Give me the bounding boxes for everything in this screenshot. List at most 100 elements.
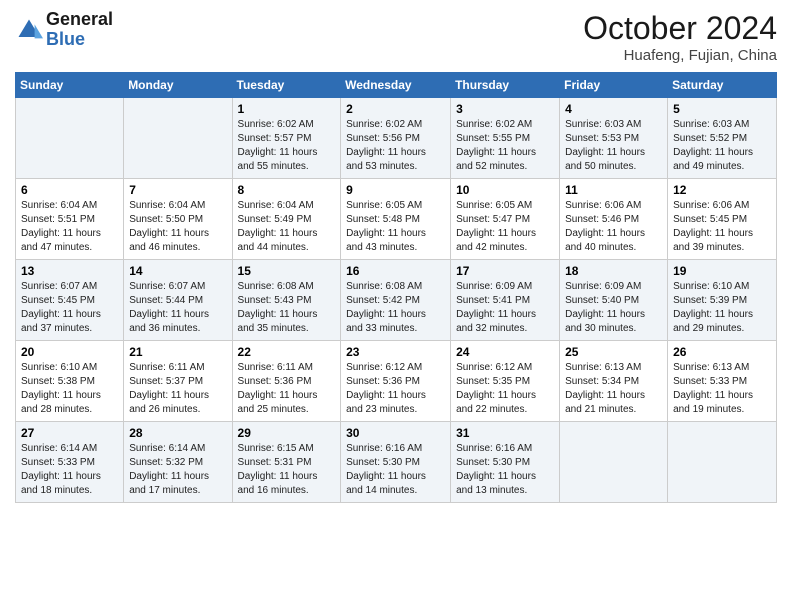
logo-blue: Blue	[46, 30, 113, 50]
calendar-day-cell: 8Sunrise: 6:04 AM Sunset: 5:49 PM Daylig…	[232, 179, 341, 260]
calendar-day-cell: 16 Sunrise: 6:08 AM Sunset: 5:42 PM Dayli…	[341, 260, 451, 341]
day-info: Sunrise: 6:14 AM Sunset: 5:32 PM Dayligh…	[129, 442, 226, 498]
day-number: 9	[346, 183, 445, 197]
calendar-day-cell: 29 Sunrise: 6:15 AM Sunset: 5:31 PM Dayli…	[232, 422, 341, 503]
calendar-day-cell	[124, 98, 232, 179]
day-info: Sunrise: 6:02 AM Sunset: 5:56 PM Dayligh…	[346, 118, 445, 174]
day-info: Sunrise: 6:10 AM Sunset: 5:39 PM Dayligh…	[673, 280, 771, 336]
day-info: Sunrise: 6:10 AM Sunset: 5:38 PM Dayligh…	[21, 361, 118, 417]
calendar-day-cell: 14Sunrise: 6:07 AM Sunset: 5:44 PM Dayli…	[124, 260, 232, 341]
day-info: Sunrise: 6:04 AM Sunset: 5:49 PM Dayligh…	[238, 199, 336, 255]
day-number: 21	[129, 345, 226, 359]
calendar-week-row: 6 Sunrise: 6:04 AM Sunset: 5:51 PM Daylig…	[16, 179, 777, 260]
day-of-week-header: Sunday	[16, 73, 124, 98]
page-container: General Blue October 2024 Huafeng, Fujia…	[0, 0, 792, 508]
calendar-day-cell: 26 Sunrise: 6:13 AM Sunset: 5:33 PM Dayli…	[668, 341, 777, 422]
day-info: Sunrise: 6:16 AM Sunset: 5:30 PM Dayligh…	[456, 442, 554, 498]
calendar-header-row: SundayMondayTuesdayWednesdayThursdayFrid…	[16, 73, 777, 98]
day-info: Sunrise: 6:02 AM Sunset: 5:57 PM Dayligh…	[238, 118, 336, 174]
day-info: Sunrise: 6:15 AM Sunset: 5:31 PM Dayligh…	[238, 442, 336, 498]
day-number: 22	[238, 345, 336, 359]
calendar-day-cell: 23Sunrise: 6:12 AM Sunset: 5:36 PM Dayli…	[341, 341, 451, 422]
calendar-day-cell	[560, 422, 668, 503]
calendar-day-cell: 20Sunrise: 6:10 AM Sunset: 5:38 PM Dayli…	[16, 341, 124, 422]
calendar-day-cell: 21Sunrise: 6:11 AM Sunset: 5:37 PM Dayli…	[124, 341, 232, 422]
day-number: 7	[129, 183, 226, 197]
calendar-table: SundayMondayTuesdayWednesdayThursdayFrid…	[15, 72, 777, 503]
day-number: 12	[673, 183, 771, 197]
calendar-week-row: 20Sunrise: 6:10 AM Sunset: 5:38 PM Dayli…	[16, 341, 777, 422]
day-number: 27	[21, 426, 118, 440]
calendar-day-cell: 12 Sunrise: 6:06 AM Sunset: 5:45 PM Dayli…	[668, 179, 777, 260]
logo: General Blue	[15, 10, 113, 50]
day-info: Sunrise: 6:08 AM Sunset: 5:43 PM Dayligh…	[238, 280, 336, 336]
day-of-week-header: Thursday	[451, 73, 560, 98]
calendar-week-row: 1 Sunrise: 6:02 AM Sunset: 5:57 PM Daylig…	[16, 98, 777, 179]
day-number: 30	[346, 426, 445, 440]
day-number: 16	[346, 264, 445, 278]
day-info: Sunrise: 6:13 AM Sunset: 5:34 PM Dayligh…	[565, 361, 662, 417]
page-header: General Blue October 2024 Huafeng, Fujia…	[15, 10, 777, 64]
day-info: Sunrise: 6:03 AM Sunset: 5:52 PM Dayligh…	[673, 118, 771, 174]
day-number: 29	[238, 426, 336, 440]
calendar-day-cell: 17 Sunrise: 6:09 AM Sunset: 5:41 PM Dayli…	[451, 260, 560, 341]
day-info: Sunrise: 6:11 AM Sunset: 5:36 PM Dayligh…	[238, 361, 336, 417]
day-info: Sunrise: 6:06 AM Sunset: 5:45 PM Dayligh…	[673, 199, 771, 255]
day-info: Sunrise: 6:05 AM Sunset: 5:47 PM Dayligh…	[456, 199, 554, 255]
calendar-day-cell: 19 Sunrise: 6:10 AM Sunset: 5:39 PM Dayli…	[668, 260, 777, 341]
calendar-day-cell: 25 Sunrise: 6:13 AM Sunset: 5:34 PM Dayli…	[560, 341, 668, 422]
day-info: Sunrise: 6:07 AM Sunset: 5:45 PM Dayligh…	[21, 280, 118, 336]
day-number: 2	[346, 102, 445, 116]
location: Huafeng, Fujian, China	[583, 47, 777, 64]
day-number: 17	[456, 264, 554, 278]
day-info: Sunrise: 6:02 AM Sunset: 5:55 PM Dayligh…	[456, 118, 554, 174]
day-of-week-header: Saturday	[668, 73, 777, 98]
calendar-day-cell: 9Sunrise: 6:05 AM Sunset: 5:48 PM Daylig…	[341, 179, 451, 260]
calendar-day-cell	[16, 98, 124, 179]
calendar-day-cell: 13Sunrise: 6:07 AM Sunset: 5:45 PM Dayli…	[16, 260, 124, 341]
day-number: 15	[238, 264, 336, 278]
month-title: October 2024	[583, 10, 777, 47]
day-number: 10	[456, 183, 554, 197]
calendar-day-cell: 30 Sunrise: 6:16 AM Sunset: 5:30 PM Dayli…	[341, 422, 451, 503]
day-number: 1	[238, 102, 336, 116]
day-info: Sunrise: 6:03 AM Sunset: 5:53 PM Dayligh…	[565, 118, 662, 174]
day-number: 19	[673, 264, 771, 278]
calendar-day-cell: 2 Sunrise: 6:02 AM Sunset: 5:56 PM Daylig…	[341, 98, 451, 179]
calendar-day-cell: 22 Sunrise: 6:11 AM Sunset: 5:36 PM Dayli…	[232, 341, 341, 422]
calendar-day-cell: 1 Sunrise: 6:02 AM Sunset: 5:57 PM Daylig…	[232, 98, 341, 179]
day-number: 26	[673, 345, 771, 359]
day-number: 3	[456, 102, 554, 116]
calendar-day-cell: 31Sunrise: 6:16 AM Sunset: 5:30 PM Dayli…	[451, 422, 560, 503]
day-number: 4	[565, 102, 662, 116]
day-of-week-header: Tuesday	[232, 73, 341, 98]
day-of-week-header: Monday	[124, 73, 232, 98]
logo-general: General	[46, 10, 113, 30]
day-info: Sunrise: 6:13 AM Sunset: 5:33 PM Dayligh…	[673, 361, 771, 417]
day-of-week-header: Friday	[560, 73, 668, 98]
day-number: 25	[565, 345, 662, 359]
day-info: Sunrise: 6:04 AM Sunset: 5:51 PM Dayligh…	[21, 199, 118, 255]
day-info: Sunrise: 6:09 AM Sunset: 5:41 PM Dayligh…	[456, 280, 554, 336]
calendar-day-cell	[668, 422, 777, 503]
title-block: October 2024 Huafeng, Fujian, China	[583, 10, 777, 64]
day-number: 23	[346, 345, 445, 359]
day-number: 6	[21, 183, 118, 197]
day-info: Sunrise: 6:14 AM Sunset: 5:33 PM Dayligh…	[21, 442, 118, 498]
day-info: Sunrise: 6:16 AM Sunset: 5:30 PM Dayligh…	[346, 442, 445, 498]
calendar-week-row: 13Sunrise: 6:07 AM Sunset: 5:45 PM Dayli…	[16, 260, 777, 341]
day-info: Sunrise: 6:12 AM Sunset: 5:35 PM Dayligh…	[456, 361, 554, 417]
calendar-day-cell: 5Sunrise: 6:03 AM Sunset: 5:52 PM Daylig…	[668, 98, 777, 179]
logo-text: General Blue	[46, 10, 113, 50]
day-info: Sunrise: 6:06 AM Sunset: 5:46 PM Dayligh…	[565, 199, 662, 255]
day-number: 11	[565, 183, 662, 197]
calendar-day-cell: 15 Sunrise: 6:08 AM Sunset: 5:43 PM Dayli…	[232, 260, 341, 341]
calendar-day-cell: 28 Sunrise: 6:14 AM Sunset: 5:32 PM Dayli…	[124, 422, 232, 503]
calendar-day-cell: 10 Sunrise: 6:05 AM Sunset: 5:47 PM Dayli…	[451, 179, 560, 260]
logo-icon	[15, 16, 43, 44]
calendar-day-cell: 4 Sunrise: 6:03 AM Sunset: 5:53 PM Daylig…	[560, 98, 668, 179]
day-info: Sunrise: 6:08 AM Sunset: 5:42 PM Dayligh…	[346, 280, 445, 336]
calendar-day-cell: 7Sunrise: 6:04 AM Sunset: 5:50 PM Daylig…	[124, 179, 232, 260]
day-number: 28	[129, 426, 226, 440]
day-info: Sunrise: 6:07 AM Sunset: 5:44 PM Dayligh…	[129, 280, 226, 336]
